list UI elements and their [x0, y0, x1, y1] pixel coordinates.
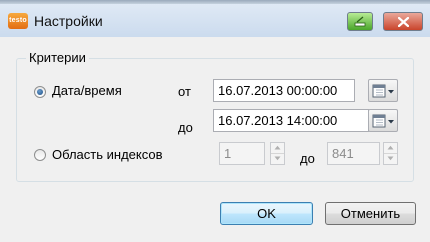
- close-icon: [398, 17, 409, 27]
- index-to-spin-up[interactable]: [384, 143, 397, 154]
- index-to-spinner[interactable]: [383, 142, 398, 165]
- title-bar[interactable]: testo Настройки: [0, 4, 430, 37]
- spin-down-arrow-icon: [274, 156, 281, 161]
- datetime-from-input[interactable]: 16.07.2013 00:00:00: [213, 79, 355, 102]
- index-from-spin-up[interactable]: [271, 143, 284, 154]
- datetime-from-picker-button[interactable]: [368, 79, 398, 102]
- index-range-label[interactable]: Область индексов: [52, 147, 163, 162]
- calendar-dropdown-icon: [372, 114, 394, 128]
- datetime-to-picker-button[interactable]: [368, 109, 398, 132]
- minimize-button[interactable]: [347, 12, 373, 31]
- app-icon-text: testo: [9, 17, 27, 24]
- datetime-radio[interactable]: [34, 86, 46, 98]
- spin-up-arrow-icon: [387, 145, 394, 150]
- spin-down-arrow-icon: [387, 156, 394, 161]
- criteria-legend: Критерии: [26, 50, 89, 65]
- spin-up-arrow-icon: [274, 145, 281, 150]
- index-from-spin-down[interactable]: [271, 154, 284, 164]
- cancel-button[interactable]: Отменить: [325, 202, 416, 225]
- close-button[interactable]: [383, 12, 423, 31]
- index-to-input[interactable]: 841: [327, 142, 380, 165]
- index-from-spinner[interactable]: [270, 142, 285, 165]
- index-to-spin-down[interactable]: [384, 154, 397, 164]
- window-title: Настройки: [34, 13, 103, 29]
- datetime-from-label: от: [178, 84, 191, 99]
- datetime-to-label: до: [178, 120, 193, 135]
- index-from-input[interactable]: 1: [219, 142, 265, 165]
- index-range-radio[interactable]: [34, 149, 46, 161]
- datetime-to-input[interactable]: 16.07.2013 14:00:00: [213, 109, 369, 132]
- calendar-dropdown-icon: [372, 84, 394, 98]
- index-to-label: до: [300, 151, 315, 166]
- ok-button[interactable]: OK: [220, 202, 313, 225]
- minimize-icon: [354, 16, 366, 27]
- testo-logo-icon: testo: [8, 13, 28, 29]
- datetime-label[interactable]: Дата/время: [52, 83, 122, 98]
